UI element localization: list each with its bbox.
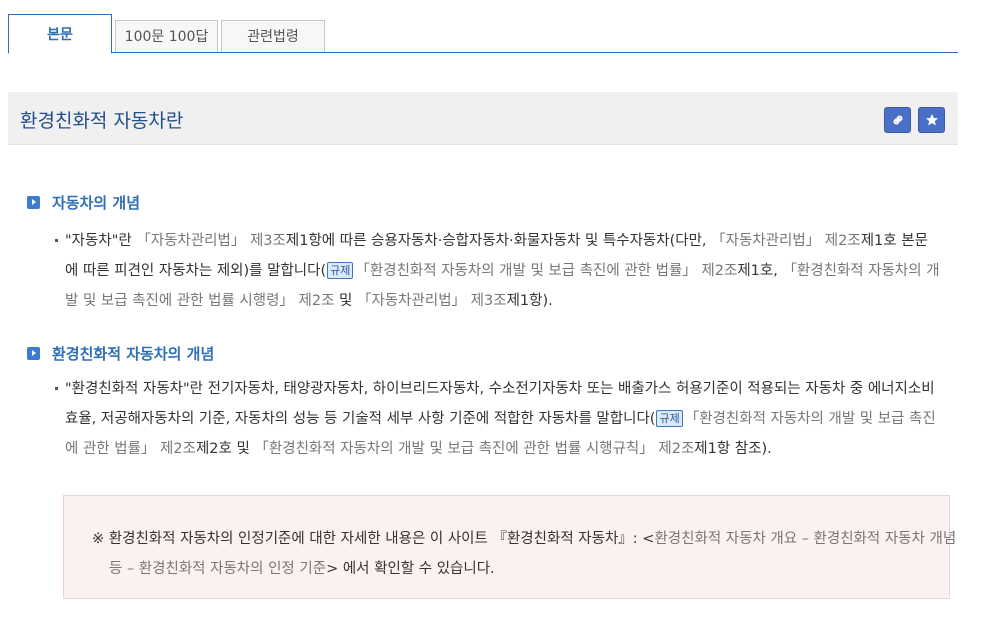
section-heading-text: 자동차의 개념 [52, 194, 141, 212]
note-suffix: > 에서 확인할 수 있습니다. [326, 561, 495, 577]
law-link[interactable]: 「환경친화적 자동차의 개발 및 보급 촉진에 관한 법률 시행규칙」 제2조 [254, 441, 694, 457]
text: 제1항). [506, 293, 553, 309]
star-icon [925, 113, 939, 127]
bullet-icon [55, 239, 58, 242]
paragraph-eco-car-definition: "환경친화적 자동차"란 전기자동차, 태양광자동차, 하이브리드자동차, 수소… [55, 374, 940, 464]
section-arrow-icon [27, 347, 40, 360]
law-link[interactable]: 「자동차관리법」 제3조 [357, 293, 507, 309]
link-icon [890, 112, 906, 128]
law-link[interactable]: 「자동차관리법」 제3조 [136, 233, 286, 249]
section-heading-car: 자동차의 개념 [27, 192, 140, 213]
text: 제1항 참조). [694, 441, 772, 457]
text: 제1호, [737, 263, 783, 279]
page-title: 환경친화적 자동차란 [20, 110, 184, 132]
section-arrow-icon [27, 196, 40, 209]
favorite-button[interactable] [918, 107, 945, 133]
text: "자동차"란 [65, 233, 137, 249]
text: 및 [334, 293, 357, 309]
section-heading-eco-car: 환경친화적 자동차의 개념 [27, 343, 214, 364]
note-text: ※ 환경친화적 자동차의 인정기준에 대한 자세한 내용은 이 사이트 『환경친… [92, 524, 957, 584]
tab-related-laws[interactable]: 관련법령 [221, 20, 325, 52]
text: 제2호 및 [195, 441, 255, 457]
regulation-badge[interactable]: 규제 [327, 262, 354, 279]
copy-link-button[interactable] [884, 107, 911, 133]
tab-faq[interactable]: 100문 100답 [115, 20, 218, 52]
text: 제1항에 따른 승용자동차·승합자동차·화물자동차 및 특수자동차(다만, [285, 233, 712, 249]
section-heading-text: 환경친화적 자동차의 개념 [52, 345, 215, 363]
bullet-icon [55, 387, 58, 390]
note-prefix: ※ 환경친화적 자동차의 인정기준에 대한 자세한 내용은 이 사이트 『환경친… [92, 531, 655, 547]
title-bar: 환경친화적 자동차란 [8, 92, 958, 145]
law-link[interactable]: 「자동차관리법」 제2조 [711, 233, 861, 249]
note-box: ※ 환경친화적 자동차의 인정기준에 대한 자세한 내용은 이 사이트 『환경친… [63, 495, 956, 599]
regulation-badge[interactable]: 규제 [656, 410, 683, 427]
tab-bar: 본문 100문 100답 관련법령 [8, 14, 958, 54]
tab-underline [111, 52, 958, 53]
tab-main[interactable]: 본문 [8, 14, 112, 54]
law-link[interactable]: 「환경친화적 자동차의 개발 및 보급 촉진에 관한 법률」 제2조 [355, 263, 737, 279]
paragraph-car-definition: "자동차"란 「자동차관리법」 제3조제1항에 따른 승용자동차·승합자동차·화… [55, 226, 940, 316]
